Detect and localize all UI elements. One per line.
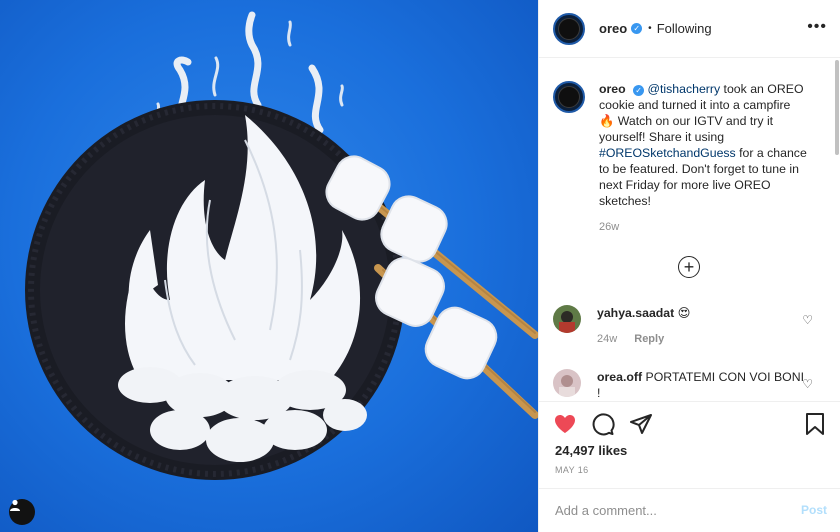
post-header: oreo ✓ • Following ••• [539,0,840,58]
hashtag-link[interactable]: #OREOSketchandGuess [599,146,736,160]
reply-button[interactable]: Reply [634,333,664,345]
comment-input[interactable] [555,503,785,518]
caption-meta: 26w [599,219,809,235]
add-comment-bar: Post [539,488,840,532]
post-modal: oreo ✓ • Following ••• oreo ✓ @tishacher… [0,0,840,532]
comments-list[interactable]: oreo ✓ @tishacherry took an OREO cookie … [539,59,840,401]
separator-dot: • [648,23,652,34]
share-icon[interactable] [629,412,653,436]
comment-row: orea.off PORTATEMI CON VOI BONI ! [553,369,807,401]
action-bar: 24,497 likes MAY 16 [539,401,840,487]
comment-body: orea.off PORTATEMI CON VOI BONI ! [597,369,807,401]
bookmark-icon[interactable] [803,412,827,436]
avatar[interactable] [553,81,585,113]
likes-count[interactable]: 24,497 likes [555,443,627,458]
heart-outline-icon[interactable]: ♡ [802,377,813,391]
post-image[interactable] [0,0,538,532]
caption-text: oreo ✓ @tishacherry took an OREO cookie … [599,81,809,209]
following-button[interactable]: Following [657,21,712,36]
heart-filled-icon[interactable] [553,412,577,436]
plus-circle-icon[interactable]: + [678,256,700,278]
avatar[interactable] [553,369,581,397]
comment-text: 😍 [677,306,691,320]
comments-scrollbar[interactable] [835,60,839,155]
comment-body: yahya.saadat 😍 24w Reply [597,305,807,347]
caption-body: oreo ✓ @tishacherry took an OREO cookie … [599,81,809,235]
post-date[interactable]: MAY 16 [555,465,589,475]
heart-outline-icon[interactable]: ♡ [802,313,813,327]
comment-username[interactable]: orea.off [597,370,642,384]
person-icon[interactable] [9,499,35,525]
post-sidebar: oreo ✓ • Following ••• oreo ✓ @tishacher… [538,0,840,532]
header-username[interactable]: oreo [599,21,627,36]
comment-username[interactable]: yahya.saadat [597,306,674,320]
comment-age[interactable]: 24w [597,333,617,345]
comment-icon[interactable] [591,412,615,436]
more-options-icon[interactable]: ••• [807,18,827,36]
caption-row: oreo ✓ @tishacherry took an OREO cookie … [553,81,809,235]
post-button[interactable]: Post [801,503,827,517]
mention-link[interactable]: @tishacherry [648,82,721,96]
comment-meta: 24w Reply [597,331,807,347]
caption-age[interactable]: 26w [599,221,619,233]
avatar[interactable] [553,305,581,333]
verified-badge-icon: ✓ [631,23,643,34]
comment-row: yahya.saadat 😍 24w Reply [553,305,807,347]
campfire-cookie-illustration [25,11,538,480]
verified-badge-icon: ✓ [633,85,645,96]
avatar[interactable] [553,12,585,45]
caption-username[interactable]: oreo [599,82,626,96]
